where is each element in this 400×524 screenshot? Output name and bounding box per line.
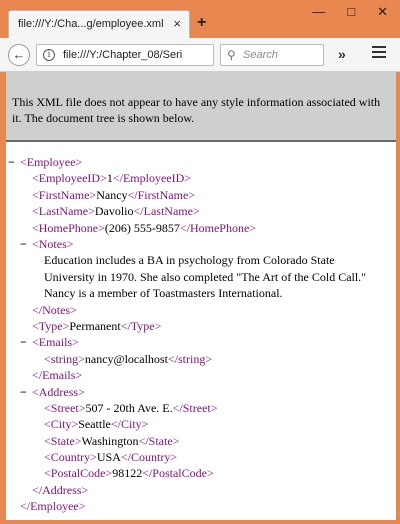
minimize-icon[interactable]: — (312, 4, 325, 20)
collapse-toggle[interactable]: − (20, 334, 27, 350)
type-value: Permanent (69, 318, 121, 333)
tag-open: <Type> (32, 318, 70, 333)
tag-notes-close: </Notes> (32, 302, 77, 317)
tag-close: </City> (110, 417, 149, 432)
xml-line-employee-close: </Employee> (6, 498, 396, 514)
tag-address-open: <Address> (32, 384, 85, 399)
tag-employee-close: </Employee> (20, 499, 86, 514)
navigation-toolbar: ← i file:///Y:/Chapter_08/Seri C ⚲ » (0, 38, 400, 72)
tag-emails-close: </Emails> (32, 368, 83, 383)
tag-close: </EmployeeID> (112, 171, 192, 186)
xml-line-postalcode: <PostalCode>98122</PostalCode> (6, 465, 396, 481)
home-phone-value: (206) 555-9857 (104, 220, 180, 235)
city-value: Seattle (78, 417, 111, 432)
postal-code-value: 98122 (112, 466, 143, 481)
tag-close: </PostalCode> (142, 466, 214, 481)
tag-open: <Country> (44, 450, 97, 465)
state-value: Washington (81, 433, 139, 448)
window-controls: — □ ✕ (312, 4, 388, 20)
tag-open: <State> (44, 433, 82, 448)
xml-line-employee-open: − <Employee> (6, 154, 396, 170)
collapse-toggle[interactable]: − (20, 384, 27, 400)
search-bar[interactable]: ⚲ (220, 44, 324, 66)
collapse-toggle[interactable]: − (20, 236, 27, 252)
url-text[interactable]: file:///Y:/Chapter_08/Seri (63, 49, 182, 61)
tag-address-close: </Address> (32, 482, 89, 497)
xml-line-emails-open: − <Emails> (6, 334, 396, 350)
browser-tab[interactable]: file:///Y:/Cha...g/employee.xml × (8, 10, 190, 38)
tag-open: <City> (44, 417, 79, 432)
xml-line-homephone: <HomePhone>(206) 555-9857</HomePhone> (6, 220, 396, 236)
xml-line-emails-close: </Emails> (6, 367, 396, 383)
xml-line-address-open: − <Address> (6, 384, 396, 400)
tag-open: <FirstName> (32, 187, 97, 202)
xml-line-street: <Street>507 - 20th Ave. E.</Street> (6, 400, 396, 416)
tag-close: </LastName> (133, 204, 200, 219)
back-button[interactable]: ← (8, 44, 30, 66)
xml-tree: − <Employee> <EmployeeID>1</EmployeeID> … (6, 154, 396, 515)
first-name-value: Nancy (96, 187, 128, 202)
close-tab-icon[interactable]: × (173, 16, 181, 31)
xml-line-address-close: </Address> (6, 482, 396, 498)
tag-open: <PostalCode> (44, 466, 113, 481)
overflow-menu-icon[interactable]: » (338, 46, 346, 62)
maximize-icon[interactable]: □ (347, 4, 355, 20)
title-bar: file:///Y:/Cha...g/employee.xml × + — □ … (0, 0, 400, 38)
email-value: nancy@localhost (84, 351, 168, 366)
url-bar[interactable]: i file:///Y:/Chapter_08/Seri C (36, 44, 242, 69)
xml-line-type: <Type>Permanent</Type> (6, 318, 396, 334)
tag-notes-open: <Notes> (32, 236, 74, 251)
xml-line-notes-close: </Notes> (6, 302, 396, 318)
tag-close: </Country> (120, 450, 178, 465)
xml-line-notes-open: − <Notes> (6, 236, 396, 252)
street-value: 507 - 20th Ave. E. (85, 400, 173, 415)
tag-close: </FirstName> (127, 187, 196, 202)
tag-emails-open: <Emails> (32, 335, 79, 350)
xml-line-state: <State>Washington</State> (6, 433, 396, 449)
xml-line-country: <Country>USA</Country> (6, 449, 396, 465)
last-name-value: Davolio (94, 204, 134, 219)
xml-line-lastname: <LastName>Davolio</LastName> (6, 203, 396, 219)
tag-open: <string> (44, 351, 85, 366)
xml-line-firstname: <FirstName>Nancy</FirstName> (6, 187, 396, 203)
xml-notice: This XML file does not appear to have an… (6, 72, 396, 142)
xml-line-city: <City>Seattle</City> (6, 416, 396, 432)
new-tab-button[interactable]: + (197, 14, 206, 32)
tag-close: </State> (138, 433, 180, 448)
tag-open: <EmployeeID> (32, 171, 107, 186)
xml-line-employeeid: <EmployeeID>1</EmployeeID> (6, 170, 396, 186)
search-input[interactable] (243, 47, 321, 63)
tag-close: </HomePhone> (179, 220, 257, 235)
tab-title: file:///Y:/Cha...g/employee.xml (18, 18, 164, 30)
search-icon: ⚲ (227, 48, 236, 62)
info-icon[interactable]: i (43, 49, 55, 61)
tag-close: </Type> (120, 318, 162, 333)
tag-close: </string> (167, 351, 213, 366)
tag-open: <LastName> (32, 204, 95, 219)
tag-employee-open: <Employee> (20, 155, 83, 169)
notes-text: Education includes a BA in psychology fr… (44, 253, 367, 301)
tag-close: </Street> (172, 400, 218, 415)
country-value: USA (96, 450, 121, 465)
hamburger-menu-icon[interactable] (372, 46, 386, 61)
close-window-icon[interactable]: ✕ (377, 4, 388, 20)
page-content: This XML file does not appear to have an… (6, 72, 396, 520)
tag-open: <Street> (44, 400, 86, 415)
collapse-toggle[interactable]: − (8, 154, 15, 170)
tag-open: <HomePhone> (32, 220, 105, 235)
xml-line-string: <string>nancy@localhost</string> (6, 351, 396, 367)
